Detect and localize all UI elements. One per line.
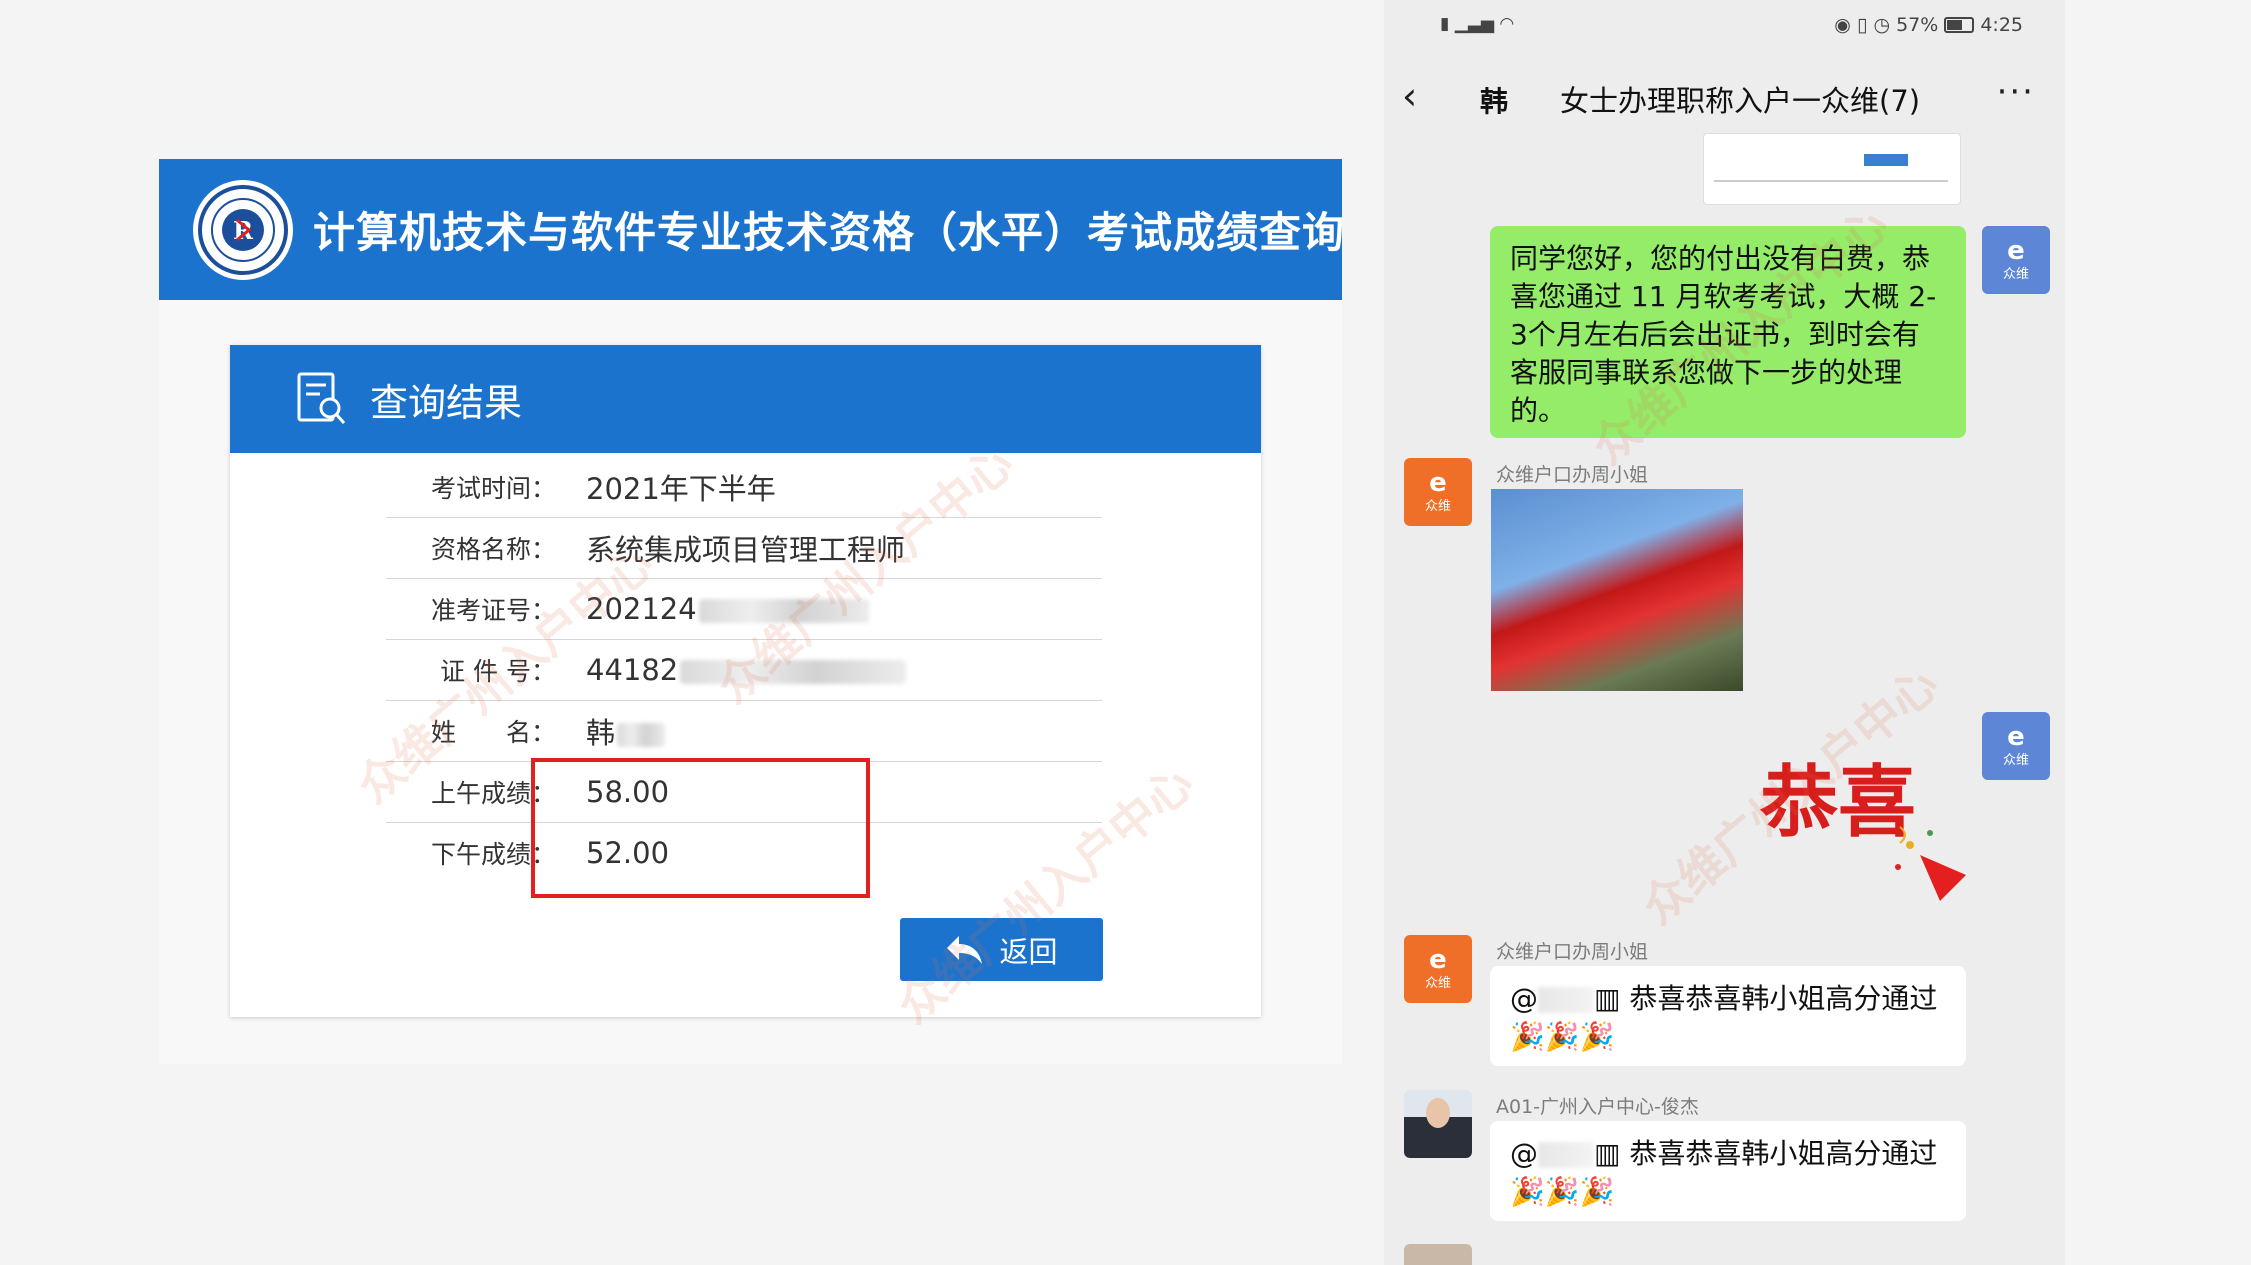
brand-e-logo-icon: e: [2007, 235, 2025, 266]
avatar-logo-text: 众维: [2002, 266, 2029, 282]
previous-image-thumbnail[interactable]: [1703, 133, 1961, 205]
redacted-blur: [698, 599, 869, 623]
sender-name: 众维户口办周小姐: [1496, 464, 1649, 486]
my-avatar[interactable]: e 众维: [1982, 712, 2050, 780]
person-avatar[interactable]: [1404, 1090, 1472, 1158]
sender-name: A01-广州入户中心-俊杰: [1496, 1096, 1699, 1118]
back-button-label: 返回: [999, 936, 1058, 969]
sender-avatar[interactable]: e 众维: [1404, 935, 1472, 1003]
signal-icon: ▮ ▁▃▅ ◠: [1440, 14, 1515, 34]
clock-icon: ◷: [1873, 14, 1891, 36]
brand-e-logo-icon: e: [2007, 721, 2025, 752]
score-highlight-box: [531, 758, 870, 898]
party-popper-emoji-icon: 🎉🎉🎉: [1510, 1020, 1615, 1053]
my-avatar[interactable]: e 众维: [1982, 226, 2050, 294]
brand-e-logo-icon: e: [1429, 467, 1447, 498]
battery-icon: [1944, 17, 1975, 33]
result-header: 查询结果: [230, 345, 1261, 453]
party-popper-icon: [1895, 826, 1966, 901]
undo-arrow-icon: [947, 935, 983, 964]
redacted-blur: [1538, 1142, 1594, 1168]
chat-name-prefix: 韩: [1480, 85, 1509, 118]
avatar-face: [1426, 1098, 1450, 1128]
chat-header: ‹ 韩 女士办理职称入户一众维(7) ···: [1384, 60, 2065, 130]
admission-number-prefix: 202124: [586, 592, 697, 626]
row-value: 2021年下半年: [586, 472, 776, 506]
sender-avatar[interactable]: e 众维: [1404, 458, 1472, 526]
row-label: 证 件 号：: [440, 657, 556, 686]
message-text: 恭喜恭喜韩小姐高分通过: [1629, 1137, 1938, 1170]
document-search-icon: [297, 372, 346, 424]
mention-at: @: [1510, 982, 1538, 1015]
id-number-prefix: 44182: [586, 653, 679, 687]
chat-phone-screen: ▮ ▁▃▅ ◠ ◉ ▯ ◷ 57% 4:25 ‹ 韩 女士办理职称入户一众维(7…: [1384, 0, 2065, 1265]
row-name: 姓 名： 韩: [386, 701, 1102, 762]
row-value: 系统集成项目管理工程师: [586, 533, 906, 567]
status-time: 4:25: [1980, 14, 2023, 36]
row-admission-number: 准考证号： 202124: [386, 579, 1102, 640]
status-right: ◉ ▯ ◷ 57% 4:25: [1834, 14, 2023, 36]
chat-title: 女士办理职称入户一众维(7): [1560, 84, 1921, 118]
brand-e-logo-icon: e: [1429, 944, 1447, 975]
outgoing-message-bubble[interactable]: 同学您好，您的付出没有白费，恭喜您通过 11 月软考考试，大概 2-3个月左右后…: [1490, 226, 1966, 438]
row-id-number: 证 件 号： 44182: [386, 640, 1102, 701]
name-prefix: 韩: [586, 716, 616, 750]
next-avatar-partial: [1404, 1244, 1472, 1265]
result-card: 查询结果 考试时间： 2021年下半年 资格名称： 系统集成项目管理工程师 准考…: [230, 345, 1261, 1017]
page-title: 计算机技术与软件专业技术资格（水平）考试成绩查询: [313, 208, 1346, 257]
score-query-page: R 计算机技术与软件专业技术资格（水平）考试成绩查询 查询结果 考试时间： 20…: [159, 159, 1346, 1064]
congrats-sticker[interactable]: 恭喜: [1760, 720, 1970, 910]
message-text: 恭喜恭喜韩小姐高分通过: [1629, 982, 1938, 1015]
avatar-logo-text: 众维: [1424, 975, 1451, 991]
row-label: 考试时间：: [430, 474, 556, 503]
battery-percent: 57%: [1896, 14, 1939, 36]
mention-at: @: [1510, 1137, 1538, 1170]
row-label: 资格名称：: [430, 535, 556, 564]
redacted-blur: [680, 660, 907, 684]
row-qualification: 资格名称： 系统集成项目管理工程师: [386, 518, 1102, 579]
vibrate-icon: ▯: [1856, 14, 1868, 36]
avatar-logo-text: 众维: [2002, 752, 2029, 768]
row-label: 姓 名：: [430, 718, 556, 747]
exam-banner: R 计算机技术与软件专业技术资格（水平）考试成绩查询: [159, 159, 1346, 300]
org-seal-logo: R: [193, 179, 293, 280]
status-bar: ▮ ▁▃▅ ◠ ◉ ▯ ◷ 57% 4:25: [1384, 0, 2065, 54]
row-value: 202124: [586, 592, 869, 626]
sender-name: 众维户口办周小姐: [1496, 941, 1649, 963]
chevron-left-icon[interactable]: ‹: [1402, 74, 1417, 118]
piano-icon: ▥: [1594, 982, 1621, 1015]
row-label: 准考证号：: [430, 596, 556, 625]
outgoing-message-text: 同学您好，您的付出没有白费，恭喜您通过 11 月软考考试，大概 2-3个月左右后…: [1510, 242, 1937, 427]
row-value: 44182: [586, 653, 907, 687]
piano-icon: ▥: [1594, 1137, 1621, 1170]
avatar-logo-text: 众维: [1424, 498, 1451, 514]
svg-text:R: R: [233, 216, 254, 245]
redacted-blur: [1538, 987, 1594, 1013]
redacted-blur: [617, 723, 666, 747]
incoming-message-bubble[interactable]: @ ▥ 恭喜恭喜韩小姐高分通过 🎉🎉🎉: [1490, 966, 1966, 1066]
photo-message[interactable]: [1491, 489, 1743, 691]
eye-icon: ◉: [1834, 14, 1851, 36]
more-options-icon[interactable]: ···: [1997, 72, 2035, 112]
row-value: 韩: [586, 710, 666, 752]
result-title: 查询结果: [370, 380, 523, 425]
party-popper-emoji-icon: 🎉🎉🎉: [1510, 1175, 1615, 1208]
back-button[interactable]: 返回: [900, 918, 1103, 981]
row-exam-time: 考试时间： 2021年下半年: [386, 457, 1102, 518]
incoming-message-bubble[interactable]: @ ▥ 恭喜恭喜韩小姐高分通过 🎉🎉🎉: [1490, 1121, 1966, 1221]
